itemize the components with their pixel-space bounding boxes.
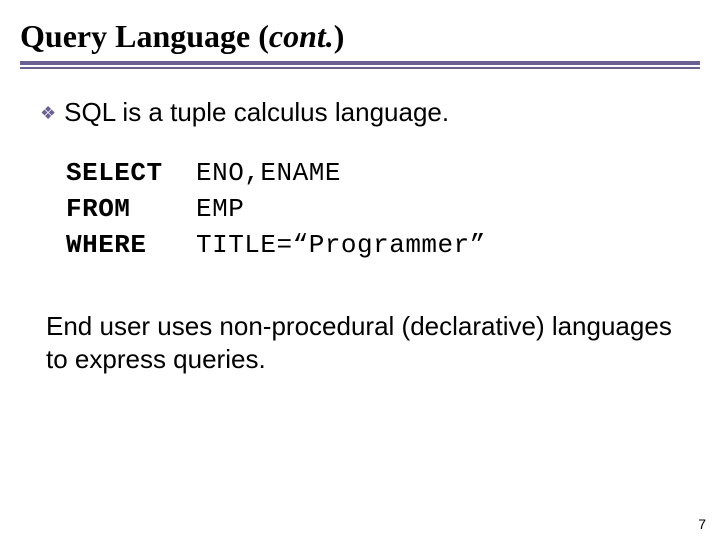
sql-value: EMP <box>196 194 244 224</box>
sql-row: SELECT ENO,ENAME <box>66 158 680 188</box>
slide: Query Language (cont.) ❖ SQL is a tuple … <box>0 0 720 540</box>
slide-title: Query Language (cont.) <box>0 0 720 61</box>
page-number: 7 <box>698 516 706 532</box>
sql-keyword: SELECT <box>66 158 196 188</box>
end-note: End user uses non-procedural (declarativ… <box>46 310 680 375</box>
sql-block: SELECT ENO,ENAME FROM EMP WHERE TITLE=“P… <box>66 158 680 260</box>
sql-row: FROM EMP <box>66 194 680 224</box>
title-suffix: ) <box>334 18 345 54</box>
content-area: ❖ SQL is a tuple calculus language. SELE… <box>0 69 720 375</box>
sql-keyword: WHERE <box>66 230 196 260</box>
sql-keyword: FROM <box>66 194 196 224</box>
bullet-text: SQL is a tuple calculus language. <box>64 97 449 128</box>
sql-value: TITLE=“Programmer” <box>196 230 486 260</box>
title-cont: cont. <box>269 18 334 54</box>
title-rule <box>0 61 720 69</box>
rule-thick <box>20 61 700 65</box>
bullet-line: ❖ SQL is a tuple calculus language. <box>40 97 680 128</box>
bullet-icon: ❖ <box>40 103 56 124</box>
title-prefix: Query Language ( <box>20 18 269 54</box>
sql-row: WHERE TITLE=“Programmer” <box>66 230 680 260</box>
sql-value: ENO,ENAME <box>196 158 341 188</box>
